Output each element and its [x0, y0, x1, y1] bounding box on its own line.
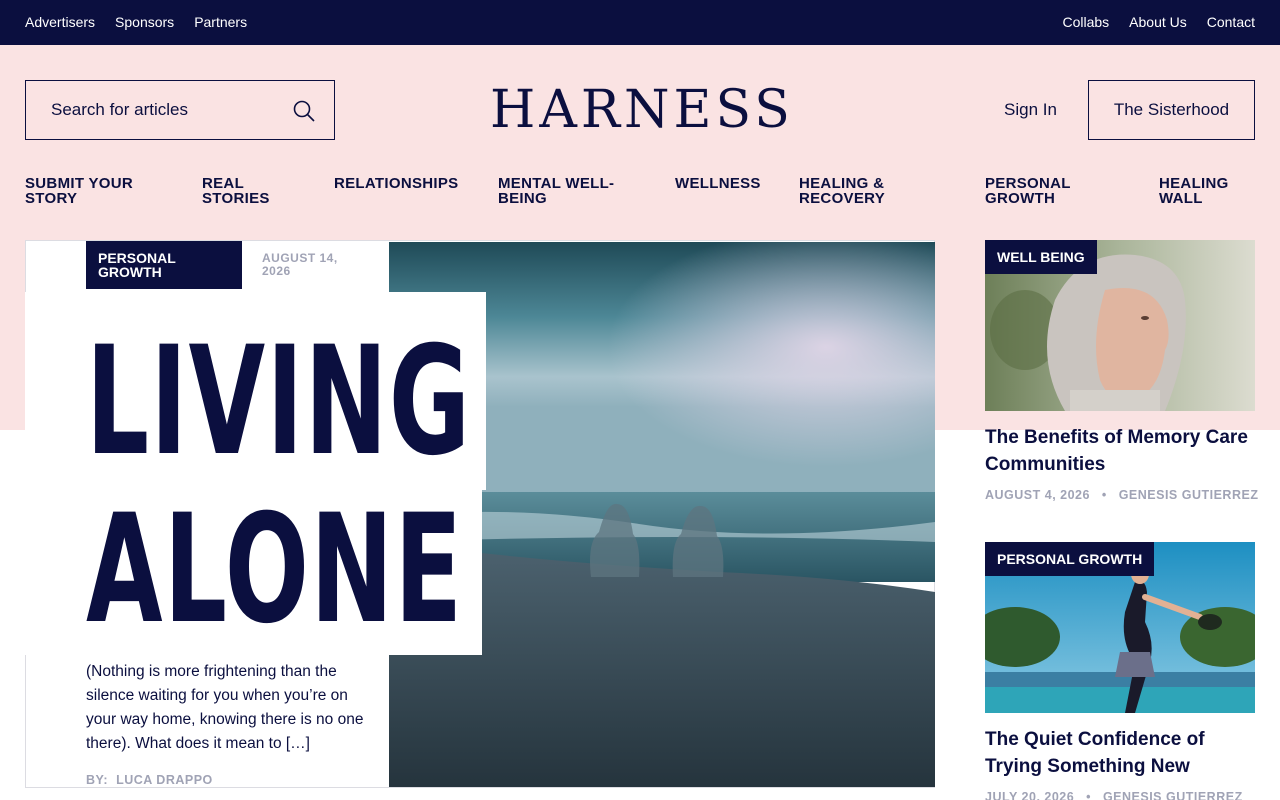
card-category-badge[interactable]: WELL BEING: [985, 240, 1097, 274]
featured-title-line1: LIVING: [86, 315, 472, 489]
featured-author-link[interactable]: LUCA DRAPPO: [116, 773, 213, 787]
nav-wellness[interactable]: WELLNESS: [675, 176, 775, 191]
search-input[interactable]: [51, 81, 291, 139]
featured-title-line2: ALONE: [86, 483, 464, 657]
contact-link[interactable]: Contact: [1207, 14, 1255, 30]
card-author-link[interactable]: GENESIS GUTIERREZ: [1119, 488, 1259, 502]
sisterhood-button[interactable]: The Sisterhood: [1088, 80, 1255, 140]
card-meta: AUGUST 4, 2026 • GENESIS GUTIERREZ: [985, 488, 1259, 502]
card-author-link[interactable]: GENESIS GUTIERREZ: [1103, 790, 1243, 800]
collabs-link[interactable]: Collabs: [1062, 14, 1109, 30]
top-bar: Advertisers Sponsors Partners Collabs Ab…: [0, 0, 1280, 45]
about-us-link[interactable]: About Us: [1129, 14, 1187, 30]
search-icon[interactable]: [292, 99, 316, 123]
card-meta: JULY 20, 2026 • GENESIS GUTIERREZ: [985, 790, 1243, 800]
card-category-badge[interactable]: PERSONAL GROWTH: [985, 542, 1155, 576]
nav-real-stories[interactable]: REAL STORIES: [202, 176, 292, 206]
card-title[interactable]: The Benefits of Memory Care Communities: [985, 424, 1255, 478]
nav-mental-well-being[interactable]: MENTAL WELL-BEING: [498, 176, 628, 206]
card-date: JULY 20, 2026: [985, 790, 1075, 800]
featured-byline: BY: LUCA DRAPPO: [86, 773, 213, 787]
byline-prefix: BY:: [86, 773, 109, 787]
nav-healing-wall[interactable]: HEALING WALL: [1159, 176, 1249, 206]
advertisers-link[interactable]: Advertisers: [25, 14, 95, 30]
featured-category-badge[interactable]: PERSONAL GROWTH: [86, 241, 242, 289]
featured-title[interactable]: LIVING ALONE: [86, 315, 472, 657]
site-logo[interactable]: HARNESS: [490, 80, 790, 140]
nav-submit-your-story[interactable]: SUBMIT YOUR STORY: [25, 176, 175, 206]
nav-personal-growth[interactable]: PERSONAL GROWTH: [985, 176, 1085, 206]
sponsors-link[interactable]: Sponsors: [115, 14, 174, 30]
card-date: AUGUST 4, 2026: [985, 488, 1090, 502]
partners-link[interactable]: Partners: [194, 14, 247, 30]
search-box[interactable]: [25, 80, 335, 140]
top-bar-right-links: Collabs About Us Contact: [1062, 14, 1255, 30]
nav-relationships[interactable]: RELATIONSHIPS: [334, 176, 474, 191]
featured-date: AUGUST 14, 2026: [262, 251, 338, 278]
card-title[interactable]: The Quiet Confidence of Trying Something…: [985, 726, 1255, 780]
sign-in-link[interactable]: Sign In: [1004, 100, 1057, 120]
top-bar-left-links: Advertisers Sponsors Partners: [25, 14, 247, 30]
nav-healing-recovery[interactable]: HEALING & RECOVERY: [799, 176, 899, 206]
featured-excerpt: (Nothing is more frightening than the si…: [86, 663, 364, 752]
sisterhood-label: The Sisterhood: [1113, 100, 1230, 119]
